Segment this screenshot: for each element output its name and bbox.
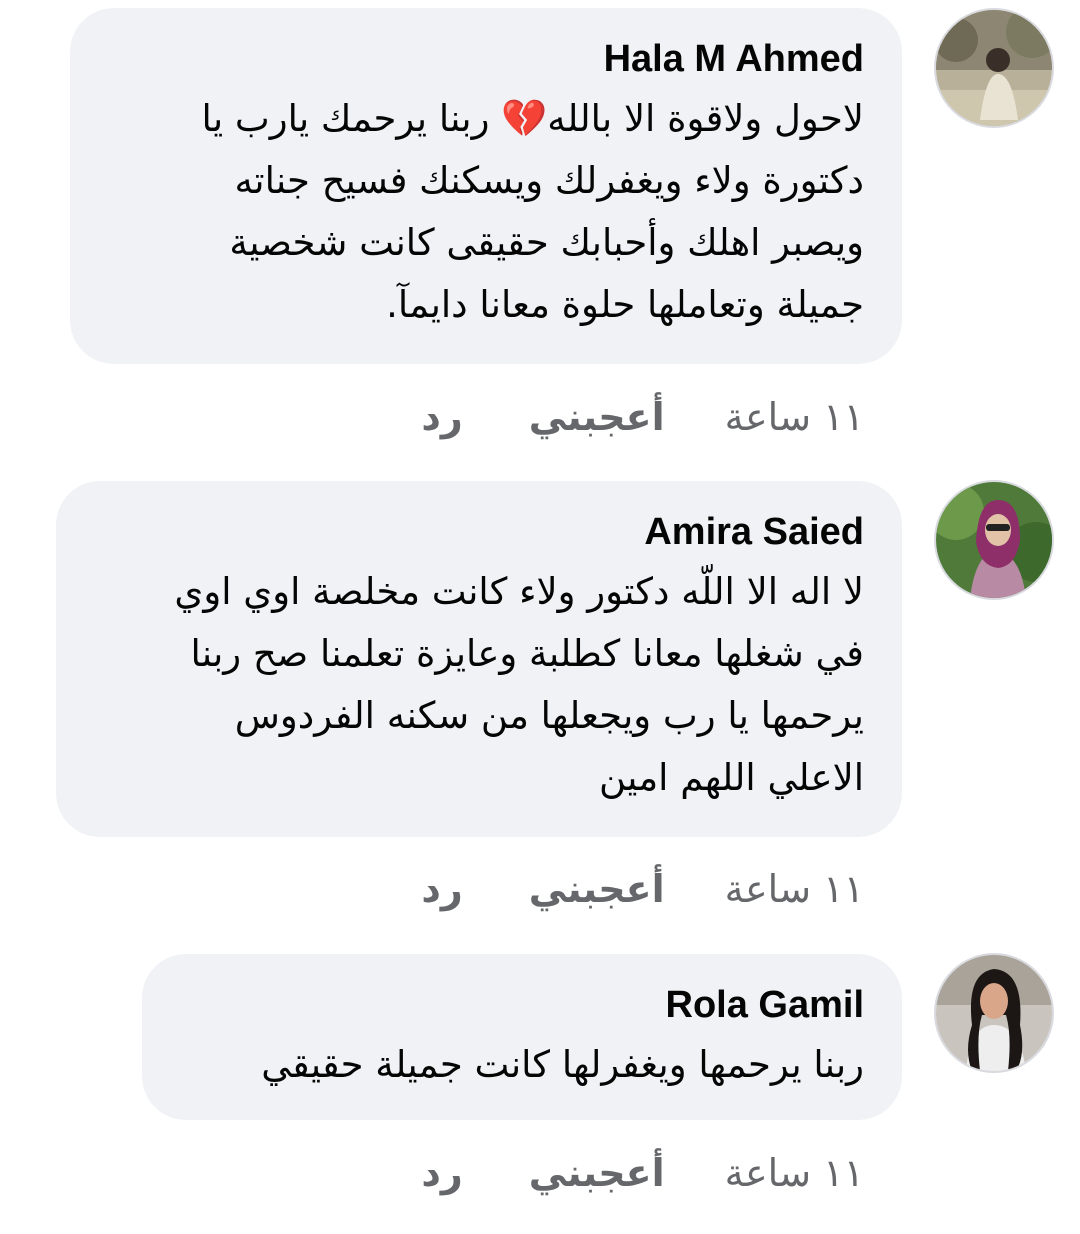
comment-actions: ١١ ساعة أعجبني رد bbox=[421, 1148, 864, 1198]
comment-actions: ١١ ساعة أعجبني رد bbox=[421, 392, 864, 442]
reply-button[interactable]: رد bbox=[421, 867, 462, 911]
author-name[interactable]: Rola Gamil bbox=[180, 982, 865, 1028]
comment-bubble: Rola Gamil ربنا يرحمها ويغفرلها كانت جمي… bbox=[142, 954, 902, 1120]
like-button[interactable]: أعجبني bbox=[529, 395, 665, 439]
author-name[interactable]: Amira Saied bbox=[94, 509, 864, 555]
reply-button[interactable]: رد bbox=[421, 1151, 462, 1195]
avatar[interactable] bbox=[936, 955, 1052, 1071]
comment-actions: ١١ ساعة أعجبني رد bbox=[421, 864, 864, 914]
comment-timestamp[interactable]: ١١ ساعة bbox=[725, 395, 864, 439]
comment-timestamp[interactable]: ١١ ساعة bbox=[725, 1151, 864, 1195]
like-button[interactable]: أعجبني bbox=[529, 1151, 665, 1195]
comment-text: ربنا يرحمها ويغفرلها كانت جميلة حقيقي bbox=[180, 1034, 864, 1096]
avatar[interactable] bbox=[936, 482, 1052, 598]
like-button[interactable]: أعجبني bbox=[529, 867, 665, 911]
comment-bubble: Amira Saied لا اله الا اللّه دكتور ولاء … bbox=[56, 481, 902, 837]
comment-line: دكتورة ولاء ويغفرلك ويسكنك فسيح جناته bbox=[234, 159, 864, 202]
author-name[interactable]: Hala M Ahmed bbox=[108, 36, 864, 82]
comment-line: الاعلي اللهم امين bbox=[599, 756, 864, 799]
comment-text: لاحول ولاقوة الا بالله💔 ربنا يرحمك يارب … bbox=[108, 88, 864, 336]
comment-timestamp[interactable]: ١١ ساعة bbox=[725, 867, 864, 911]
comment-line: لاحول ولاقوة الا بالله💔 ربنا يرحمك يارب … bbox=[201, 97, 864, 140]
comment-line: جميلة وتعاملها حلوة معانا دايمآ. bbox=[386, 283, 864, 326]
avatar[interactable] bbox=[936, 10, 1052, 126]
reply-button[interactable]: رد bbox=[421, 395, 462, 439]
comment-bubble: Hala M Ahmed لاحول ولاقوة الا بالله💔 ربن… bbox=[70, 8, 902, 364]
comment-line: لا اله الا اللّه دكتور ولاء كانت مخلصة ا… bbox=[174, 570, 864, 613]
comment-line: يرحمها يا رب ويجعلها من سكنه الفردوس bbox=[234, 694, 864, 737]
comment-line: ويصبر اهلك وأحبابك حقيقى كانت شخصية bbox=[229, 221, 864, 264]
comment-text: لا اله الا اللّه دكتور ولاء كانت مخلصة ا… bbox=[94, 561, 864, 809]
comment-line: ربنا يرحمها ويغفرلها كانت جميلة حقيقي bbox=[261, 1043, 864, 1086]
comment-line: في شغلها معانا كطلبة وعايزة تعلمنا صح رب… bbox=[190, 632, 864, 675]
